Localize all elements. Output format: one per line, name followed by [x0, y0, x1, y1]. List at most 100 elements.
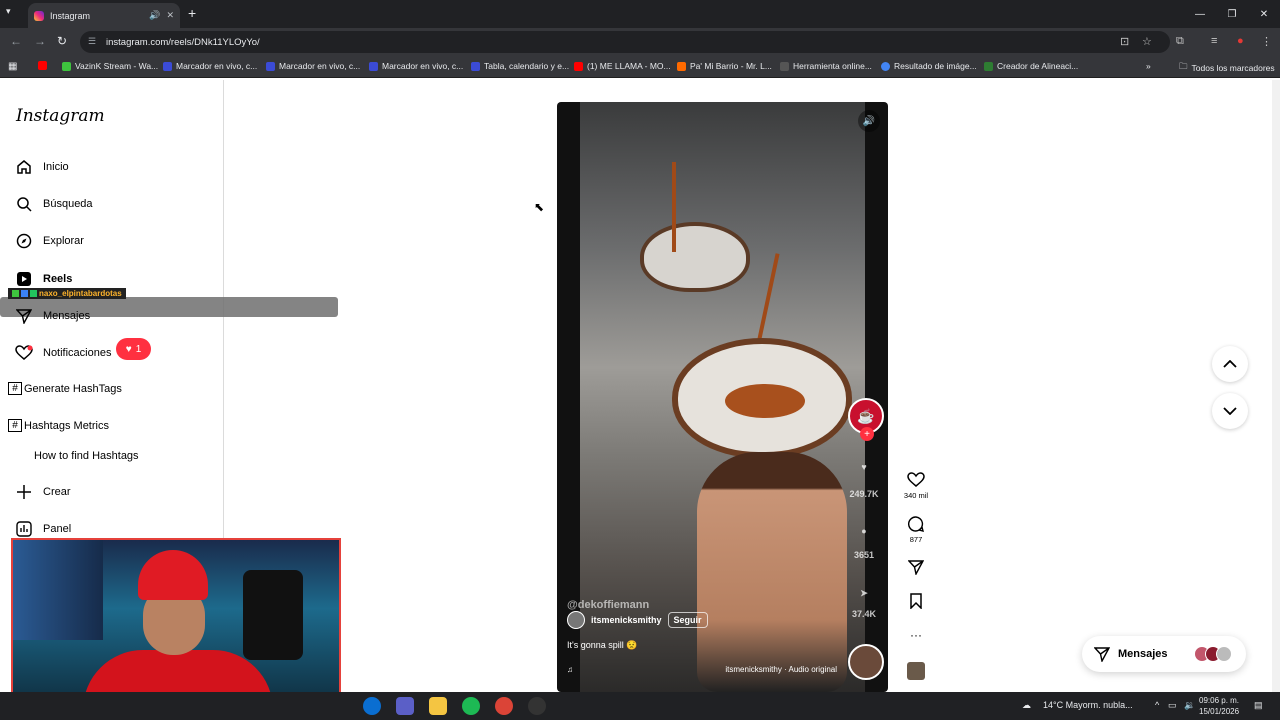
tray-chevron-icon[interactable]: ^: [1155, 700, 1159, 710]
bookmark-2[interactable]: Marcador en vivo, c...: [266, 61, 360, 71]
back-icon[interactable]: ←: [10, 34, 22, 48]
obs-icon[interactable]: [528, 697, 546, 715]
audio-thumbnail[interactable]: [900, 662, 932, 680]
sidebar-item-label: Explorar: [43, 235, 84, 247]
bookmark-1[interactable]: Marcador en vivo, c...: [163, 61, 257, 71]
bookmark-8[interactable]: Resultado de imáge...: [881, 61, 977, 71]
sidebar-item-busqueda[interactable]: Búsqueda: [15, 195, 93, 213]
chart-icon: [15, 520, 33, 538]
heart-fill-icon: ♥: [125, 343, 132, 355]
close-tab-icon[interactable]: ✕: [166, 10, 174, 21]
messages-pill[interactable]: Mensajes: [1082, 636, 1246, 672]
weather-text[interactable]: 14°C Mayorm. nubla...: [1043, 700, 1133, 710]
reload-icon[interactable]: ↻: [57, 34, 67, 48]
volume-tray-icon[interactable]: 🔉: [1184, 700, 1195, 711]
system-clock[interactable]: 09:06 p. m. 15/01/2026: [1199, 695, 1239, 717]
bookmark-youtube[interactable]: [38, 61, 47, 70]
network-icon[interactable]: ▭: [1168, 700, 1177, 711]
sidebar-item-label: Búsqueda: [43, 198, 93, 210]
sidebar-item-notificaciones[interactable]: Notificaciones: [15, 344, 111, 362]
stream-username: naxo_elpintabardotas: [39, 289, 122, 298]
bookmark-0[interactable]: VazinK Stream - Wa...: [62, 61, 158, 71]
site-info-icon[interactable]: ☰: [88, 36, 96, 47]
volume-icon[interactable]: 🔊: [858, 110, 880, 132]
new-tab-button[interactable]: +: [188, 5, 196, 21]
follow-button[interactable]: Seguir: [667, 612, 708, 628]
bookmark-7[interactable]: Herramienta online...: [780, 61, 872, 71]
edge-icon[interactable]: [363, 697, 381, 715]
bookmark-3[interactable]: Marcador en vivo, c...: [369, 61, 463, 71]
url-text: instagram.com/reels/DNk11YLOyYo/: [106, 36, 260, 48]
avatar: [1216, 646, 1232, 662]
extensions-icon[interactable]: ⧉: [1176, 35, 1184, 48]
minimize-icon[interactable]: —: [1184, 0, 1216, 28]
hash-icon: #: [8, 419, 22, 432]
reel-caption[interactable]: It's gonna spill 😟: [567, 640, 637, 651]
coffee-crema: [725, 384, 805, 418]
all-bookmarks-label: Todos los marcadores: [1191, 63, 1275, 73]
bookmark-label: Tabla, calendario y e...: [484, 61, 570, 71]
sidebar-item-panel[interactable]: Panel: [15, 520, 71, 538]
sidebar-item-mensajes[interactable]: Mensajes: [15, 307, 90, 325]
forward-icon[interactable]: →: [34, 34, 46, 48]
ghost-comment-icon: ●: [861, 526, 867, 536]
comment-button[interactable]: 877: [900, 516, 932, 544]
like-button[interactable]: 340 mil: [900, 472, 932, 500]
media-control-icon[interactable]: ≡: [1211, 35, 1217, 47]
share-button[interactable]: [900, 559, 932, 575]
tab-instagram[interactable]: Instagram 🔊 ✕: [28, 3, 180, 28]
bookmark-9[interactable]: Creador de Alineaci...: [984, 61, 1078, 71]
restore-icon[interactable]: ❐: [1216, 0, 1248, 28]
author-username[interactable]: itsmenicksmithy: [591, 615, 662, 625]
all-bookmarks[interactable]: 🗀 Todos los marcadores: [1179, 61, 1275, 75]
reel-audio[interactable]: ♫ itsmenicksmithy · Audio original: [567, 665, 837, 674]
page-scrollbar[interactable]: [1272, 80, 1280, 692]
bookmark-star-icon[interactable]: ☆: [1142, 35, 1152, 48]
notification-count: 1: [135, 343, 142, 355]
ghost-comments-count: 3651: [853, 550, 875, 560]
kick-icon: [12, 290, 19, 297]
stream-username-badge: naxo_elpintabardotas: [8, 288, 126, 299]
menu-kebab-icon[interactable]: ⋮: [1261, 35, 1272, 48]
platform-icon: [30, 290, 37, 297]
bookmark-5[interactable]: (1) ME LLAMA - MO...: [574, 61, 671, 71]
search-icon: [15, 195, 33, 213]
bookmarks-overflow-icon[interactable]: »: [1146, 61, 1151, 71]
clock-time: 09:06 p. m.: [1199, 696, 1240, 705]
sidebar-item-how-to-find[interactable]: How to find Hashtags: [34, 450, 139, 462]
bookmark-4[interactable]: Tabla, calendario y e...: [471, 61, 569, 71]
sidebar-item-inicio[interactable]: Inicio: [15, 158, 69, 176]
install-app-icon[interactable]: ⊡: [1120, 35, 1129, 48]
tab-search-icon[interactable]: ▾: [6, 6, 11, 17]
close-window-icon[interactable]: ✕: [1248, 0, 1280, 28]
comment-icon: [908, 516, 924, 532]
bookmark-label: Marcador en vivo, c...: [382, 61, 464, 71]
clock-date: 15/01/2026: [1199, 707, 1240, 716]
next-reel-button[interactable]: [1212, 393, 1248, 429]
file-explorer-icon[interactable]: [429, 697, 447, 715]
apps-grid-icon[interactable]: ▦: [8, 61, 17, 72]
bookmark-1-icon: [163, 61, 172, 71]
address-bar[interactable]: ☰ instagram.com/reels/DNk11YLOyYo/: [80, 31, 1170, 53]
save-button[interactable]: [900, 593, 932, 609]
chrome-icon[interactable]: [495, 697, 513, 715]
follow-plus-icon[interactable]: +: [860, 427, 874, 441]
author-avatar[interactable]: [567, 611, 585, 629]
notification-center-icon[interactable]: ▤: [1254, 700, 1263, 711]
sidebar-item-explorar[interactable]: Explorar: [15, 232, 84, 250]
youtube-icon: [38, 61, 47, 70]
sidebar-item-reels[interactable]: Reels: [15, 270, 72, 288]
instagram-logo[interactable]: Instagram: [16, 106, 105, 126]
bookmark-6[interactable]: Pa' Mi Barrio - Mr. L...: [677, 61, 772, 71]
more-options-icon[interactable]: ···: [900, 628, 932, 642]
reel-video[interactable]: 🔊 ☕ + ♥ 249.7K ● 3651 ➤ 37.4K @dekoffiem…: [557, 102, 888, 692]
speaker-icon[interactable]: 🔊: [149, 10, 160, 21]
sidebar-item-crear[interactable]: Crear: [15, 483, 71, 501]
app-icon[interactable]: [396, 697, 414, 715]
audio-avatar[interactable]: [848, 644, 884, 680]
previous-reel-button[interactable]: [1212, 346, 1248, 382]
sidebar-item-generate-hashtags[interactable]: # Generate HashTags: [8, 382, 122, 395]
profile-icon[interactable]: ●: [1237, 35, 1244, 47]
sidebar-item-hashtags-metrics[interactable]: # Hashtags Metrics: [8, 419, 109, 432]
spotify-icon[interactable]: [462, 697, 480, 715]
